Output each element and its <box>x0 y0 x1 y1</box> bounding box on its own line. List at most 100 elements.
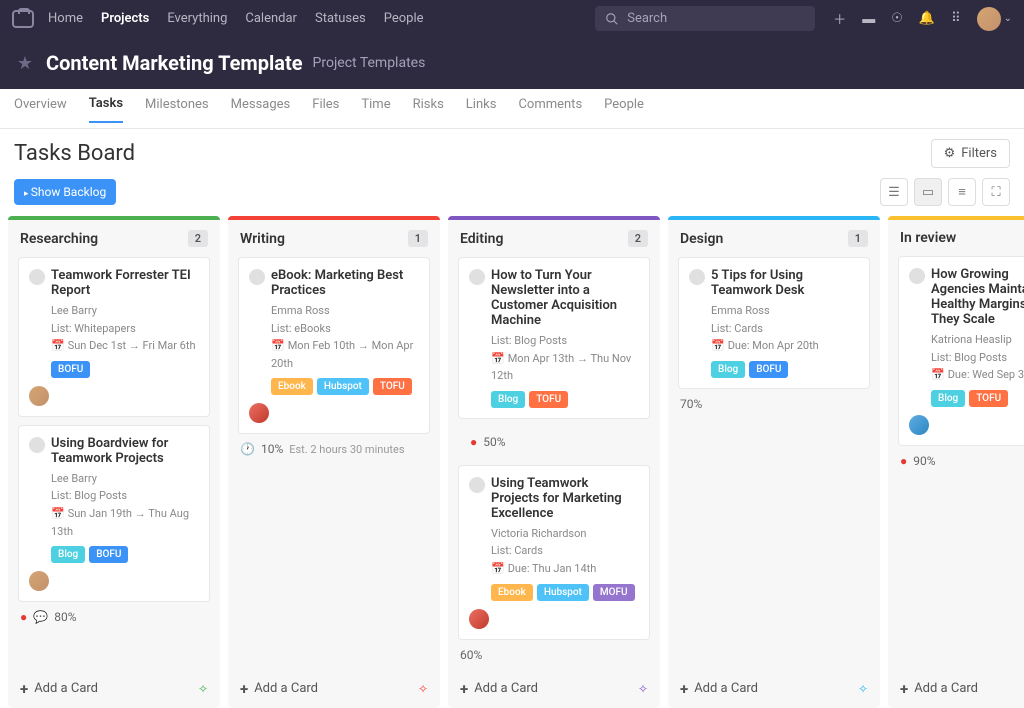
tab-links[interactable]: Links <box>466 97 497 122</box>
card-title: Using Boardview for Teamwork Projects <box>29 436 199 466</box>
tab-comments[interactable]: Comments <box>518 97 582 122</box>
tag: Blog <box>931 390 965 407</box>
nav-everything[interactable]: Everything <box>167 11 227 26</box>
chat-icon[interactable]: ☉ <box>891 11 903 26</box>
board-columns: Researching2Teamwork Forrester TEI Repor… <box>0 216 1024 708</box>
task-card[interactable]: 5 Tips for Using Teamwork DeskEmma RossL… <box>678 257 870 389</box>
filters-button[interactable]: ⚙ Filters <box>931 139 1010 168</box>
search-input[interactable]: Search <box>595 6 815 31</box>
column-menu-icon[interactable]: ✧ <box>198 682 208 696</box>
tag: MOFU <box>593 584 635 601</box>
tab-milestones[interactable]: Milestones <box>145 97 209 122</box>
column-writing: Writing1eBook: Marketing Best PracticesE… <box>228 216 440 708</box>
column-menu-icon[interactable]: ✧ <box>858 682 868 696</box>
plus-icon: + <box>460 680 468 698</box>
plus-icon: + <box>20 680 28 698</box>
tab-risks[interactable]: Risks <box>413 97 444 122</box>
nav-statuses[interactable]: Statuses <box>315 11 366 26</box>
view-board-icon[interactable]: ▭ <box>914 178 942 206</box>
task-card[interactable]: Using Boardview for Teamwork ProjectsLee… <box>18 425 210 602</box>
user-menu[interactable]: ⌄ <box>977 7 1012 31</box>
add-card-button[interactable]: +Add a Card✧ <box>888 670 1024 708</box>
card-footer <box>249 403 419 423</box>
tab-people[interactable]: People <box>604 97 644 122</box>
column-header[interactable]: Design1 <box>668 220 880 257</box>
add-card-button[interactable]: +Add a Card✧ <box>8 670 220 708</box>
card-title: Using Teamwork Projects for Marketing Ex… <box>469 476 639 521</box>
column-count: 1 <box>408 230 428 247</box>
view-compact-icon[interactable]: ≡ <box>948 178 976 206</box>
column-in-review: In reviewHow Growing Agencies Maintain H… <box>888 216 1024 708</box>
column-menu-icon[interactable]: ✧ <box>638 682 648 696</box>
nav-home[interactable]: Home <box>48 11 83 26</box>
card-title: 5 Tips for Using Teamwork Desk <box>689 268 859 298</box>
project-subtitle: Project Templates <box>313 55 426 71</box>
chevron-down-icon: ⌄ <box>1004 13 1012 24</box>
topbar: Home Projects Everything Calendar Statuses Pe… <box>0 0 1024 37</box>
tag: BOFU <box>749 361 788 378</box>
column-count: 2 <box>628 230 648 247</box>
tag: TOFU <box>969 390 1008 407</box>
card-meta: Emma RossList: eBooks📅Mon Feb 10th → Mon… <box>249 302 419 372</box>
plus-icon: + <box>900 680 908 698</box>
add-card-button[interactable]: +Add a Card✧ <box>228 670 440 708</box>
column-menu-icon[interactable]: ✧ <box>418 682 428 696</box>
card-tags: BlogBOFU <box>689 361 859 378</box>
column-progress: 60% <box>448 640 660 670</box>
assignee-avatar-icon <box>29 437 45 453</box>
folder-icon[interactable]: ▬ <box>862 11 875 27</box>
project-title: Content Marketing Template <box>46 51 303 75</box>
card-tags: BlogTOFU <box>909 390 1024 407</box>
filters-label: Filters <box>961 146 997 161</box>
assignee-avatar-icon <box>469 477 485 493</box>
task-card[interactable]: How Growing Agencies Maintain Healthy Ma… <box>898 256 1024 446</box>
apps-icon[interactable]: ⠿ <box>951 11 961 26</box>
search-placeholder: Search <box>627 11 667 26</box>
view-list-icon[interactable]: ☰ <box>880 178 908 206</box>
bell-icon[interactable]: 🔔 <box>919 11 935 26</box>
task-card[interactable]: How to Turn Your Newsletter into a Custo… <box>458 257 650 419</box>
task-card[interactable]: Teamwork Forrester TEI ReportLee BarryLi… <box>18 257 210 417</box>
column-count: 1 <box>848 230 868 247</box>
nav-calendar[interactable]: Calendar <box>245 11 297 26</box>
tag: Hubspot <box>537 584 589 601</box>
column-progress: 70% <box>668 389 880 419</box>
avatar <box>29 571 49 591</box>
tag: Blog <box>711 361 745 378</box>
tab-files[interactable]: Files <box>312 97 339 122</box>
nav-people[interactable]: People <box>384 11 424 26</box>
column-header[interactable]: Researching2 <box>8 220 220 257</box>
star-icon[interactable]: ★ <box>14 52 36 74</box>
add-card-button[interactable]: +Add a Card✧ <box>448 670 660 708</box>
top-nav: Home Projects Everything Calendar Statuses Pe… <box>48 11 424 26</box>
column-header[interactable]: Writing1 <box>228 220 440 257</box>
project-header: ★ Content Marketing Template Project Tem… <box>0 37 1024 89</box>
fullscreen-icon[interactable]: ⛶ <box>982 178 1010 206</box>
tag: Blog <box>491 391 525 408</box>
show-backlog-button[interactable]: Show Backlog <box>14 179 116 205</box>
app-logo[interactable] <box>12 10 34 28</box>
column-header[interactable]: In review <box>888 220 1024 256</box>
column-progress: ●💬80% <box>8 602 220 632</box>
tag: Ebook <box>491 584 533 601</box>
tab-messages[interactable]: Messages <box>231 97 291 122</box>
add-card-button[interactable]: +Add a Card✧ <box>668 670 880 708</box>
assignee-avatar-icon <box>909 268 925 284</box>
plus-icon[interactable]: ＋ <box>833 9 846 28</box>
avatar <box>909 415 929 435</box>
task-card[interactable]: eBook: Marketing Best PracticesEmma Ross… <box>238 257 430 434</box>
task-card[interactable]: Using Teamwork Projects for Marketing Ex… <box>458 465 650 640</box>
view-switcher: ☰ ▭ ≡ ⛶ <box>880 178 1010 206</box>
filters-icon: ⚙ <box>944 146 956 161</box>
tab-time[interactable]: Time <box>361 97 390 122</box>
board-title: Tasks Board <box>14 141 135 166</box>
column-count: 2 <box>188 230 208 247</box>
card-tags: EbookHubspotMOFU <box>469 584 639 601</box>
column-header[interactable]: Editing2 <box>448 220 660 257</box>
nav-projects[interactable]: Projects <box>101 11 149 26</box>
tab-overview[interactable]: Overview <box>14 97 67 122</box>
column-researching: Researching2Teamwork Forrester TEI Repor… <box>8 216 220 708</box>
tag: TOFU <box>529 391 568 408</box>
tag: BOFU <box>89 546 128 563</box>
tab-tasks[interactable]: Tasks <box>89 96 123 123</box>
